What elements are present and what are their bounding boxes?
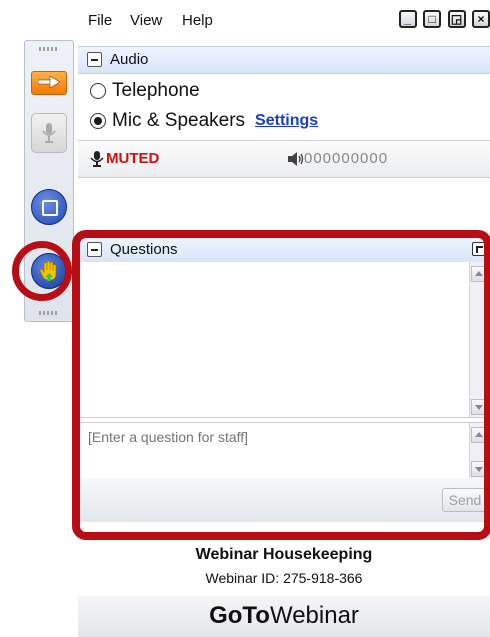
audio-title: Audio [110,51,149,68]
input-scroll-down-icon[interactable] [471,461,487,477]
audio-status-bar: MUTED 000000000 [78,140,490,178]
scroll-down-icon[interactable] [471,399,487,415]
questions-log-scrollbar[interactable] [469,262,488,417]
send-row: Send [78,478,490,522]
logo-goto: GoTo [209,602,270,629]
telephone-option[interactable]: Telephone [90,80,200,102]
menu-bar: File View Help _ □ ◲ × [78,0,490,42]
arrow-icon[interactable] [31,71,67,95]
goto-webinar-panel: File View Help _ □ ◲ × Audio Telephone M… [72,0,490,637]
audio-level-meter: 000000000 [288,150,388,167]
questions-title: Questions [110,241,178,258]
muted-label: MUTED [106,150,160,167]
mute-toggle[interactable]: MUTED [90,150,159,167]
questions-section-header: Questions [78,236,490,264]
telephone-label: Telephone [112,80,200,101]
scroll-up-icon[interactable] [471,266,487,282]
webinar-title: Webinar Housekeeping [195,546,373,563]
logo-webinar: Webinar [269,602,359,629]
mic-speakers-label: Mic & Speakers [112,110,246,131]
grip-handle-top[interactable] [39,47,59,51]
minimize-icon[interactable]: _ [398,10,417,28]
gotowebinar-logo: GoToWebinar [78,596,490,637]
send-button[interactable]: Send [442,488,488,512]
question-input[interactable] [86,427,460,477]
settings-link[interactable]: Settings [255,112,318,130]
window-controls: _ □ ◲ × [397,10,490,28]
input-scroll-up-icon[interactable] [471,427,487,443]
raise-hand-highlight-ring [12,241,72,301]
close-icon[interactable]: × [472,10,490,28]
restore-icon[interactable]: ◲ [447,10,466,28]
speaker-icon [288,151,304,166]
popout-icon[interactable] [472,242,486,256]
collapse-questions-icon[interactable] [87,242,102,257]
webinar-id: Webinar ID: 275-918-366 [205,570,363,586]
muted-mic-icon [90,150,104,167]
mic-speakers-radio[interactable] [90,113,106,129]
question-input-box [78,422,490,480]
microphone-icon[interactable] [31,113,67,153]
maximize-icon[interactable]: □ [423,10,442,28]
grip-handle-bottom[interactable] [39,311,59,315]
menu-file[interactable]: File [88,12,112,29]
level-bars: 000000000 [304,150,389,167]
screen-share-icon[interactable] [31,189,67,225]
mic-speakers-option[interactable]: Mic & Speakers Settings [90,110,318,132]
questions-log [78,262,490,418]
telephone-radio[interactable] [90,83,106,99]
question-input-scrollbar[interactable] [469,423,488,479]
audio-section-header: Audio [78,46,490,74]
menu-help[interactable]: Help [182,12,213,29]
menu-view[interactable]: View [130,12,162,29]
collapse-audio-icon[interactable] [87,52,102,67]
